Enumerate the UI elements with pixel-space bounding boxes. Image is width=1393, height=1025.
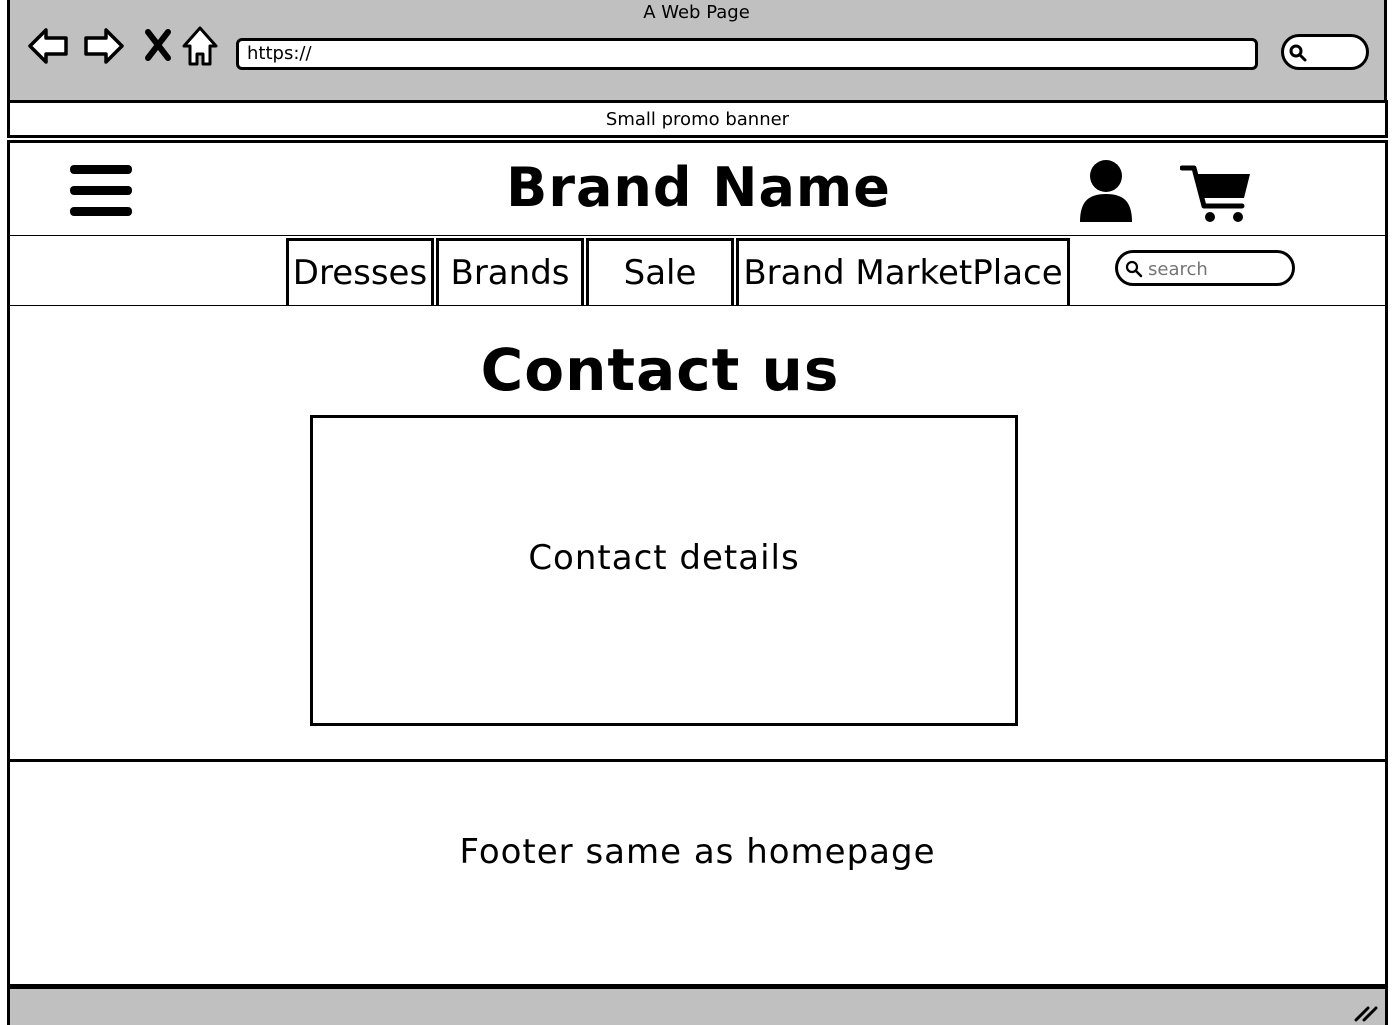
footer-text: Footer same as homepage <box>459 832 936 872</box>
browser-search-field[interactable] <box>1281 34 1369 70</box>
shopping-cart-icon[interactable] <box>1180 162 1252 224</box>
forward-arrow-icon[interactable] <box>82 24 126 68</box>
search-icon <box>1289 44 1307 62</box>
tab-brand-marketplace[interactable]: Brand MarketPlace <box>736 238 1070 308</box>
window-title: A Web Page <box>643 2 750 23</box>
tab-dresses[interactable]: Dresses <box>286 238 434 308</box>
search-input[interactable] <box>1148 256 1288 282</box>
contact-details-box: Contact details <box>310 415 1018 726</box>
page-title: Contact us <box>480 336 840 404</box>
url-bar[interactable]: https:// <box>236 38 1258 70</box>
tab-sale[interactable]: Sale <box>586 238 734 308</box>
home-icon[interactable] <box>178 24 222 68</box>
footer: Footer same as homepage <box>7 759 1388 987</box>
resize-grip-icon[interactable] <box>1352 1000 1380 1022</box>
tab-brands[interactable]: Brands <box>436 238 584 308</box>
search-icon <box>1125 260 1143 278</box>
back-arrow-icon[interactable] <box>26 24 70 68</box>
close-icon[interactable] <box>136 24 180 68</box>
contact-details-text: Contact details <box>528 538 800 578</box>
browser-status-bar <box>7 986 1388 1025</box>
search-field[interactable] <box>1115 250 1295 286</box>
user-icon[interactable] <box>1078 158 1134 224</box>
promo-banner[interactable]: Small promo banner <box>7 100 1388 138</box>
